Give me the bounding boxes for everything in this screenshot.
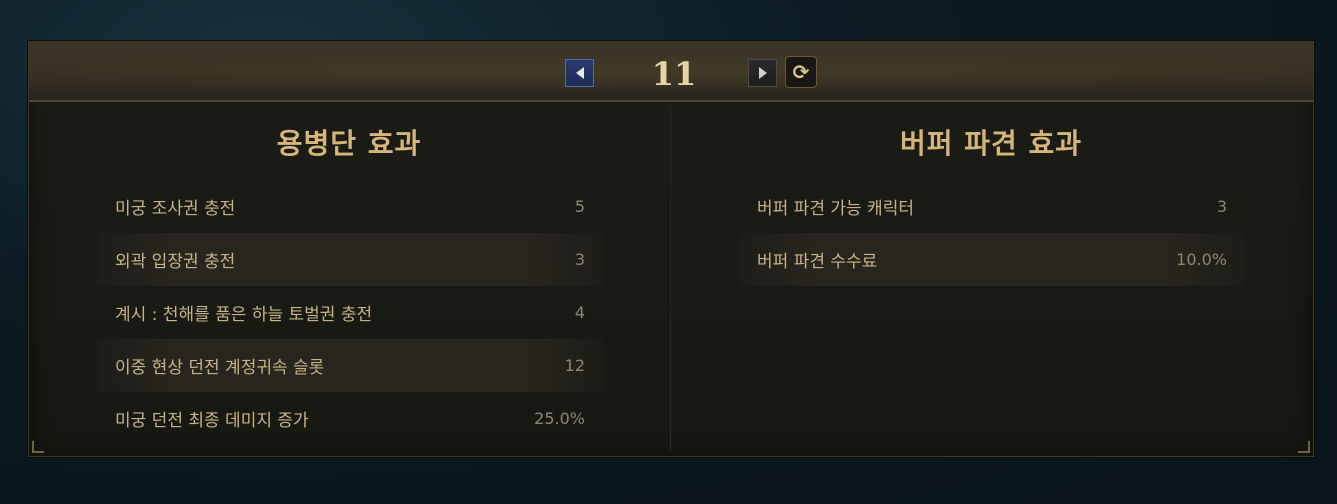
effect-label: 이중 현상 던전 계정귀속 슬롯 bbox=[115, 358, 325, 378]
corner-ornament bbox=[32, 441, 44, 453]
effect-label: 미궁 조사권 충전 bbox=[115, 199, 236, 219]
buffer-dispatch-effects-title: 버퍼 파견 효과 bbox=[899, 127, 1083, 160]
effect-label: 외곽 입장권 충전 bbox=[115, 252, 236, 272]
effect-label: 미궁 던전 최종 데미지 증가 bbox=[115, 411, 309, 431]
list-item: 외곽 입장권 충전 3 bbox=[97, 233, 603, 286]
list-item: 버퍼 파견 가능 캐릭터 3 bbox=[739, 180, 1245, 233]
effect-label: 버퍼 파견 가능 캐릭터 bbox=[757, 199, 914, 219]
mercenary-effects-title: 용병단 효과 bbox=[276, 127, 422, 160]
triangle-right-icon bbox=[758, 67, 767, 79]
pager-bar: 11 ⟳ bbox=[29, 42, 1313, 102]
effect-value: 12 bbox=[564, 356, 585, 375]
prev-page-button[interactable] bbox=[565, 59, 594, 87]
effect-label: 계시 : 천해를 품은 하늘 토벌권 충전 bbox=[115, 305, 373, 325]
effect-value: 3 bbox=[1216, 197, 1227, 216]
effect-value: 10.0% bbox=[1176, 250, 1227, 269]
effect-value: 3 bbox=[574, 250, 585, 269]
mercenary-effects-list: 미궁 조사권 충전 5 외곽 입장권 충전 3 계시 : 천해를 품은 하늘 토… bbox=[97, 180, 603, 445]
effect-value: 25.0% bbox=[534, 409, 585, 428]
refresh-icon: ⟳ bbox=[792, 60, 810, 84]
page-number: 11 bbox=[651, 55, 697, 93]
list-item: 계시 : 천해를 품은 하늘 토벌권 충전 4 bbox=[97, 286, 603, 339]
effects-panel: 11 ⟳ 용병단 효과 버퍼 파견 효과 미궁 조사권 충전 5 외곽 입장권 … bbox=[28, 41, 1314, 457]
column-divider bbox=[670, 108, 671, 452]
effect-label: 버퍼 파견 수수료 bbox=[757, 252, 878, 272]
effect-value: 4 bbox=[574, 303, 585, 322]
list-item: 이중 현상 던전 계정귀속 슬롯 12 bbox=[97, 339, 603, 392]
list-item: 버퍼 파견 수수료 10.0% bbox=[739, 233, 1245, 286]
triangle-left-icon bbox=[575, 67, 584, 79]
corner-ornament bbox=[1298, 441, 1310, 453]
refresh-button[interactable]: ⟳ bbox=[785, 56, 817, 88]
buffer-dispatch-effects-list: 버퍼 파견 가능 캐릭터 3 버퍼 파견 수수료 10.0% bbox=[739, 180, 1245, 286]
list-item: 미궁 던전 최종 데미지 증가 25.0% bbox=[97, 392, 603, 445]
list-item: 미궁 조사권 충전 5 bbox=[97, 180, 603, 233]
next-page-button[interactable] bbox=[748, 59, 777, 87]
effect-value: 5 bbox=[574, 197, 585, 216]
